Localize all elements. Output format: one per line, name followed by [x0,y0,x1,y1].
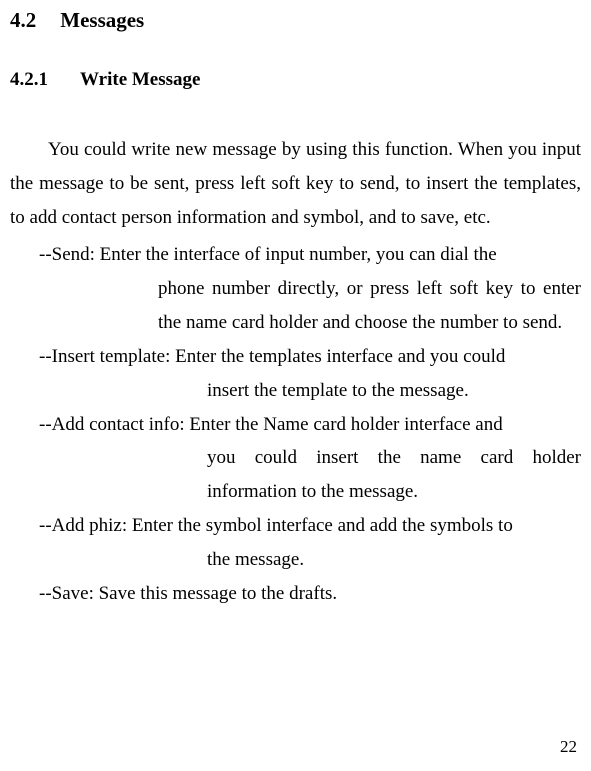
list-item-insert-template: --Insert template: Enter the templates i… [10,340,581,408]
list-item-add-phiz: --Add phiz: Enter the symbol interface a… [10,509,581,577]
section-title: Messages [60,8,144,32]
list-item-continuation: insert the template to the message. [39,374,581,408]
section-heading: 4.2 Messages [10,8,581,33]
page-number: 22 [560,737,577,757]
list-item-add-contact: --Add contact info: Enter the Name card … [10,408,581,509]
subsection-number: 4.2.1 [10,69,48,91]
option-list: --Send: Enter the interface of input num… [10,238,581,610]
list-item-save: --Save: Save this message to the drafts. [10,577,581,611]
list-item-text: --Insert template: Enter the templates i… [39,346,505,367]
list-item-text: --Send: Enter the interface of input num… [39,244,497,265]
intro-paragraph: You could write new message by using thi… [10,133,581,234]
list-item-text: --Add contact info: Enter the Name card … [39,414,503,435]
list-item-text: --Add phiz: Enter the symbol interface a… [39,515,513,536]
list-item-text: --Save: Save this message to the drafts. [39,583,337,604]
list-item-continuation: you could insert the name card holder in… [39,441,581,509]
section-number: 4.2 [10,8,36,33]
list-item-send: --Send: Enter the interface of input num… [10,238,581,339]
list-item-continuation: phone number directly, or press left sof… [39,272,581,340]
subsection-title: Write Message [80,69,200,90]
list-item-continuation: the message. [39,543,581,577]
subsection-heading: 4.2.1 Write Message [10,69,581,91]
